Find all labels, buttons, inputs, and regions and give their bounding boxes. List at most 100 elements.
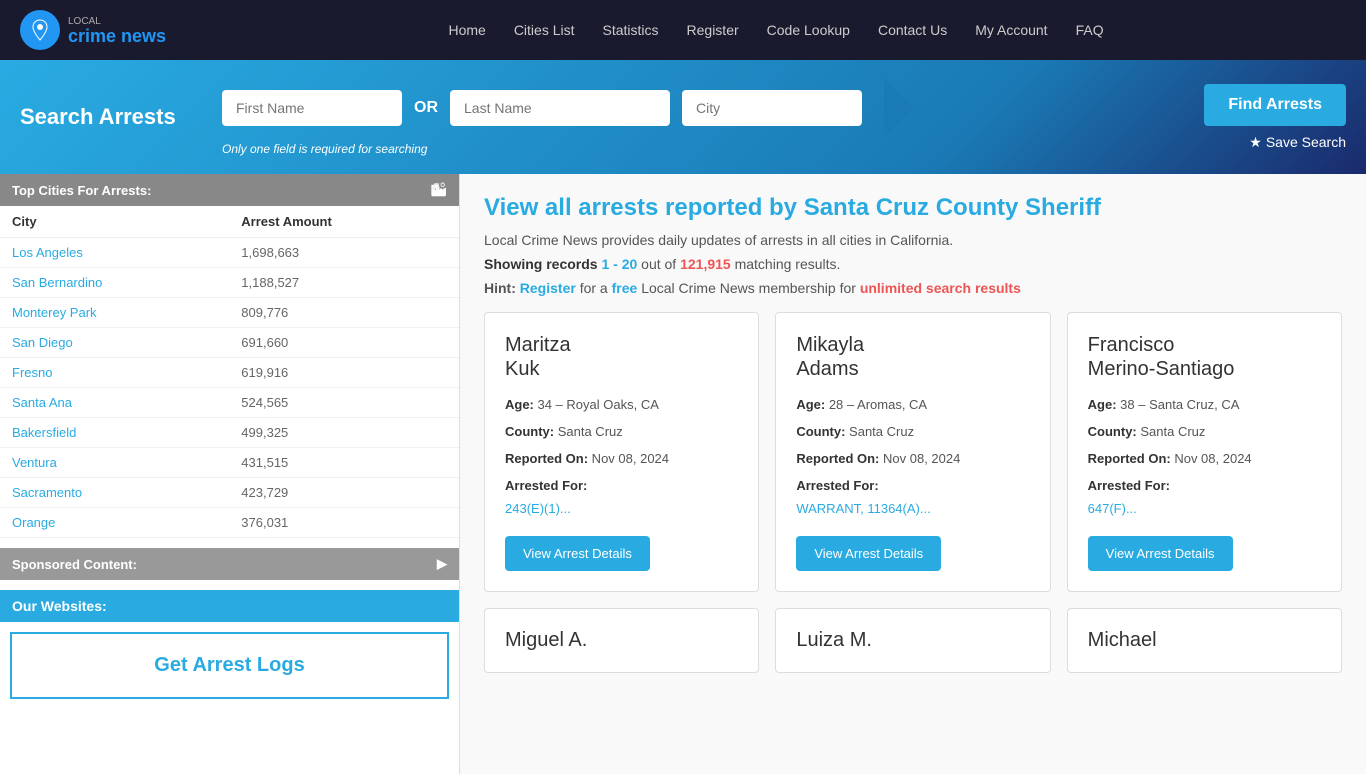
play-icon: ▶ xyxy=(437,556,447,572)
arrest-card-partial: Miguel A. xyxy=(484,608,759,673)
navbar: LOCAL crime news Home Cities List Statis… xyxy=(0,0,1366,60)
or-label: OR xyxy=(414,99,438,117)
view-arrest-button[interactable]: View Arrest Details xyxy=(505,536,650,571)
hint-text: Hint: Register for a free Local Crime Ne… xyxy=(484,280,1342,296)
sidebar: Top Cities For Arrests: 🏙 City Arrest Am… xyxy=(0,174,460,774)
table-row: San Bernardino 1,188,527 xyxy=(0,268,459,298)
register-link[interactable]: Register xyxy=(520,280,576,296)
nav-faq[interactable]: FAQ xyxy=(1076,22,1104,38)
arrest-age: Age: 38 – Santa Cruz, CA xyxy=(1088,397,1321,412)
arrest-amount: 499,325 xyxy=(229,418,459,448)
arrest-county: County: Santa Cruz xyxy=(505,424,738,439)
last-name-input[interactable] xyxy=(450,90,670,126)
search-bar-inner: OR Only one field is required for search… xyxy=(222,78,1134,156)
arrest-age: Age: 34 – Royal Oaks, CA xyxy=(505,397,738,412)
arrest-amount: 431,515 xyxy=(229,448,459,478)
our-websites-header: Our Websites: xyxy=(0,590,459,622)
arrest-card-partial: Michael xyxy=(1067,608,1342,673)
arrest-charge: 647(F)... xyxy=(1088,501,1321,516)
table-row: Fresno 619,916 xyxy=(0,358,459,388)
table-row: Bakersfield 499,325 xyxy=(0,418,459,448)
city-link[interactable]: Ventura xyxy=(12,455,57,470)
sponsored-label: Sponsored Content: xyxy=(12,557,137,572)
arrest-card-partial: Luiza M. xyxy=(775,608,1050,673)
first-name-input[interactable] xyxy=(222,90,402,126)
arrest-name: FranciscoMerino-Santiago xyxy=(1088,333,1321,381)
arrest-for-label: Arrested For: xyxy=(505,478,738,493)
table-row: Sacramento423,729 xyxy=(0,478,459,508)
table-row: Los Angeles 1,698,663 xyxy=(0,238,459,268)
arrest-reported: Reported On: Nov 08, 2024 xyxy=(505,451,738,466)
city-link[interactable]: San Diego xyxy=(12,335,73,350)
search-arrow-decoration xyxy=(884,78,914,138)
arrest-name-partial: Michael xyxy=(1088,629,1321,652)
logo[interactable]: LOCAL crime news xyxy=(20,10,166,50)
arrest-amount: 1,698,663 xyxy=(229,238,459,268)
find-arrests-button[interactable]: Find Arrests xyxy=(1204,84,1346,126)
city-link[interactable]: Bakersfield xyxy=(12,425,76,440)
arrest-amount: 619,916 xyxy=(229,358,459,388)
nav-statistics[interactable]: Statistics xyxy=(603,22,659,38)
arrest-name: MaritzaKuk xyxy=(505,333,738,381)
arrest-amount: 524,565 xyxy=(229,388,459,418)
city-link[interactable]: San Bernardino xyxy=(12,275,102,290)
table-row: San Diego 691,660 xyxy=(0,328,459,358)
nav-contact-us[interactable]: Contact Us xyxy=(878,22,947,38)
arrest-amount: 691,660 xyxy=(229,328,459,358)
arrest-age: Age: 28 – Aromas, CA xyxy=(796,397,1029,412)
arrest-reported: Reported On: Nov 08, 2024 xyxy=(1088,451,1321,466)
search-title: Search Arrests xyxy=(20,104,200,130)
city-link[interactable]: Sacramento xyxy=(12,485,82,500)
arrest-name-partial: Miguel A. xyxy=(505,629,738,652)
city-link[interactable]: Monterey Park xyxy=(12,305,97,320)
nav-register[interactable]: Register xyxy=(687,22,739,38)
star-icon: ★ xyxy=(1249,134,1262,151)
arrest-col-header: Arrest Amount xyxy=(229,206,459,238)
record-range: 1 - 20 xyxy=(601,256,637,272)
city-col-header: City xyxy=(0,206,229,238)
page-heading: View all arrests reported by Santa Cruz … xyxy=(484,194,1342,222)
nav-cities-list[interactable]: Cities List xyxy=(514,22,575,38)
cities-table: City Arrest Amount Los Angeles1,698,663S… xyxy=(0,206,459,538)
table-row: Santa Ana 524,565 xyxy=(0,388,459,418)
view-arrest-button[interactable]: View Arrest Details xyxy=(796,536,941,571)
arrest-county: County: Santa Cruz xyxy=(796,424,1029,439)
top-cities-header: Top Cities For Arrests: 🏙 xyxy=(0,174,459,206)
arrest-card: MaritzaKuk Age: 34 – Royal Oaks, CA Coun… xyxy=(484,312,759,592)
table-row: Monterey Park 809,776 xyxy=(0,298,459,328)
city-link[interactable]: Los Angeles xyxy=(12,245,83,260)
logo-text: crime news xyxy=(68,27,166,45)
city-link[interactable]: Orange xyxy=(12,515,55,530)
logo-icon xyxy=(20,10,60,50)
nav-my-account[interactable]: My Account xyxy=(975,22,1047,38)
arrest-cards-grid: MaritzaKuk Age: 34 – Royal Oaks, CA Coun… xyxy=(484,312,1342,592)
bottom-cards-grid: Miguel A. Luiza M. Michael xyxy=(484,608,1342,673)
city-link[interactable]: Fresno xyxy=(12,365,52,380)
search-right: Find Arrests ★ Save Search xyxy=(1166,84,1346,151)
nav-home[interactable]: Home xyxy=(448,22,485,38)
arrest-county: County: Santa Cruz xyxy=(1088,424,1321,439)
city-input[interactable] xyxy=(682,90,862,126)
arrest-amount: 1,188,527 xyxy=(229,268,459,298)
save-search-button[interactable]: ★ Save Search xyxy=(1249,134,1346,151)
city-link[interactable]: Santa Ana xyxy=(12,395,72,410)
arrest-amount: 809,776 xyxy=(229,298,459,328)
arrest-reported: Reported On: Nov 08, 2024 xyxy=(796,451,1029,466)
nav-links: Home Cities List Statistics Register Cod… xyxy=(206,22,1346,38)
nav-code-lookup[interactable]: Code Lookup xyxy=(767,22,850,38)
showing-records: Showing records 1 - 20 out of 121,915 ma… xyxy=(484,256,1342,272)
total-count: 121,915 xyxy=(680,256,731,272)
search-bar: Search Arrests OR Only one field is requ… xyxy=(0,60,1366,174)
get-arrest-logs-widget: Get Arrest Logs xyxy=(10,632,449,699)
top-cities-section: Top Cities For Arrests: 🏙 City Arrest Am… xyxy=(0,174,459,538)
arrest-amount: 376,031 xyxy=(229,508,459,538)
content-area: View all arrests reported by Santa Cruz … xyxy=(460,174,1366,774)
sponsored-section: Sponsored Content: ▶ xyxy=(0,548,459,580)
arrest-card: FranciscoMerino-Santiago Age: 38 – Santa… xyxy=(1067,312,1342,592)
arrest-card: MikaylaAdams Age: 28 – Aromas, CA County… xyxy=(775,312,1050,592)
page-description: Local Crime News provides daily updates … xyxy=(484,232,1342,248)
arrest-for-label: Arrested For: xyxy=(1088,478,1321,493)
view-arrest-button[interactable]: View Arrest Details xyxy=(1088,536,1233,571)
search-bar-row: OR xyxy=(222,78,1134,138)
table-row: Orange 376,031 xyxy=(0,508,459,538)
